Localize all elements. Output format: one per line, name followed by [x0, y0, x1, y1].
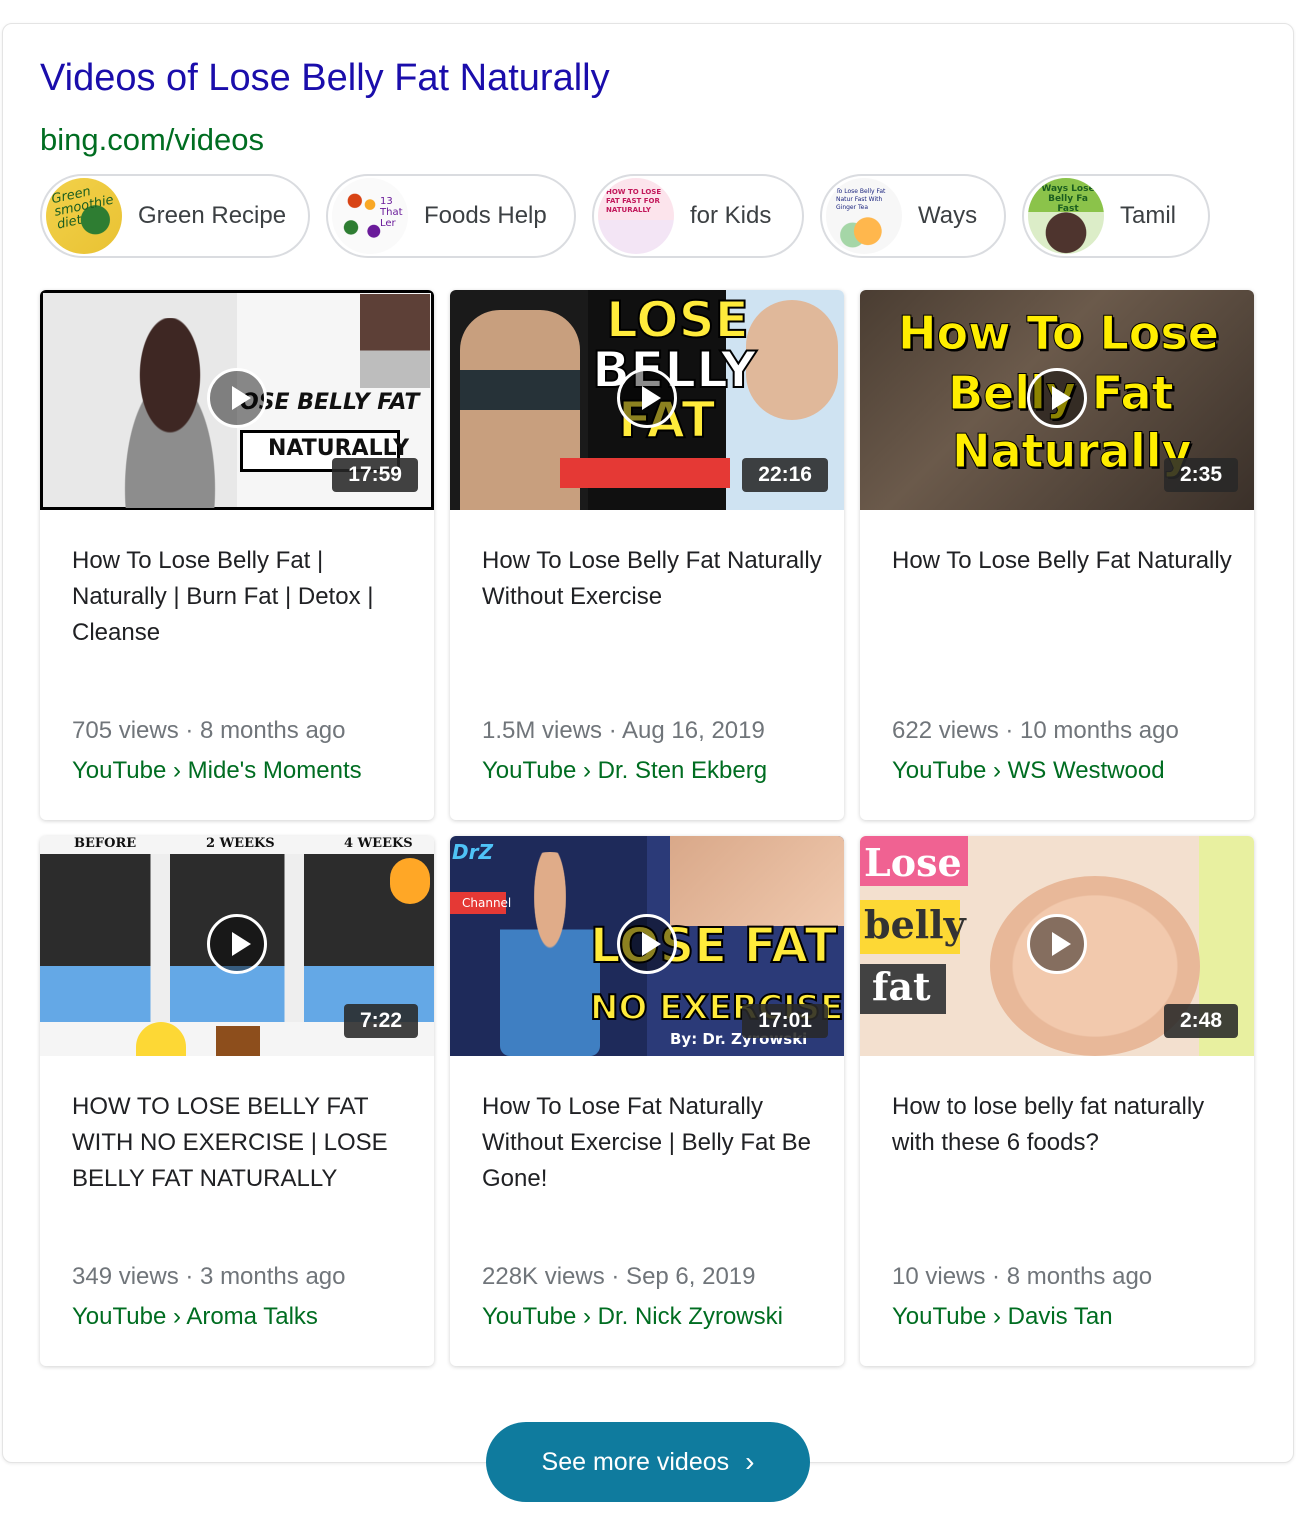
video-duration: 2:48: [1163, 1004, 1238, 1038]
thumb-overlay-text: BEFORE: [74, 836, 137, 851]
pill-label: Foods Help: [424, 202, 547, 229]
video-title[interactable]: HOW TO LOSE BELLY FAT WITH NO EXERCISE |…: [72, 1089, 412, 1197]
video-duration: 2:35: [1163, 458, 1238, 492]
pill-label: Tamil: [1120, 202, 1177, 229]
video-duration: 17:59: [332, 458, 418, 492]
pill-label: Ways: [918, 202, 978, 229]
pill-tamil[interactable]: Ways Lose Belly Fa Fast Tamil: [1022, 174, 1210, 258]
video-title[interactable]: How To Lose Belly Fat Naturally: [892, 543, 1232, 579]
thumb-overlay-text: How To Lose: [898, 306, 1220, 361]
play-icon[interactable]: [1027, 368, 1087, 428]
play-icon[interactable]: [207, 914, 267, 974]
chevron-right-icon: ›: [745, 1446, 755, 1477]
thumb-overlay-text: Lose: [864, 840, 962, 885]
play-icon[interactable]: [207, 368, 267, 428]
pill-thumbnail: 13 That Ler: [332, 178, 408, 254]
play-icon[interactable]: [617, 914, 677, 974]
video-duration: 17:01: [742, 1004, 828, 1038]
thumb-overlay-text: LOSE: [605, 291, 750, 349]
see-more-videos-button[interactable]: See more videos ›: [486, 1422, 810, 1502]
video-thumbnail[interactable]: How To Lose Belly Fat Naturally 2:35: [860, 290, 1254, 510]
pill-foods-help[interactable]: 13 That Ler Foods Help: [326, 174, 576, 258]
thumb-overlay-text: 4 WEEKS: [344, 836, 413, 851]
pill-thumbnail: Green smoothie diet: [46, 178, 122, 254]
video-title[interactable]: How to lose belly fat naturally with the…: [892, 1089, 1232, 1161]
thumb-overlay-text: Channel: [462, 896, 512, 910]
pill-thumb-text: 13 That Ler: [380, 196, 403, 229]
video-thumbnail[interactable]: BEFORE 2 WEEKS 4 WEEKS 7:22: [40, 836, 434, 1056]
video-card[interactable]: How To Lose Belly Fat Naturally 2:35 How…: [860, 290, 1254, 820]
video-title[interactable]: How To Lose Belly Fat | Naturally | Burn…: [72, 543, 412, 651]
pill-thumbnail: HOW TO LOSE FAT FAST FOR NATURALLY: [598, 178, 674, 254]
video-card[interactable]: Lose belly fat 2:48 How to lose belly fa…: [860, 836, 1254, 1366]
video-meta: 349 views · 3 months ago: [72, 1263, 346, 1290]
video-card[interactable]: LOSE BELLY FAT 22:16 How To Lose Belly F…: [450, 290, 844, 820]
thumb-overlay-text: OSE BELLY FAT: [240, 390, 420, 415]
video-meta: 10 views · 8 months ago: [892, 1263, 1153, 1290]
video-thumbnail[interactable]: Lose belly fat 2:48: [860, 836, 1254, 1056]
video-channel[interactable]: YouTube › WS Westwood: [892, 754, 1165, 788]
pill-thumbnail: Ways Lose Belly Fa Fast: [1028, 178, 1104, 254]
pill-green-recipe[interactable]: Green smoothie diet Green Recipe: [40, 174, 310, 258]
thumb-overlay-text: 2 WEEKS: [206, 836, 275, 851]
thumb-overlay-text: Naturally: [952, 424, 1193, 479]
video-thumbnail[interactable]: OSE BELLY FAT NATURALLY 17:59: [40, 290, 434, 510]
video-meta: 622 views · 10 months ago: [892, 717, 1179, 744]
pill-label: Green Recipe: [138, 202, 287, 229]
video-channel[interactable]: YouTube › Mide's Moments: [72, 754, 362, 788]
pill-thumb-text: To Lose Belly Fat Natur Fast With Ginger…: [836, 188, 886, 211]
see-more-label: See more videos: [541, 1447, 730, 1476]
pill-thumbnail: To Lose Belly Fat Natur Fast With Ginger…: [826, 178, 902, 254]
video-meta: 228K views · Sep 6, 2019: [482, 1263, 756, 1290]
video-thumbnail[interactable]: LOSE BELLY FAT 22:16: [450, 290, 844, 510]
play-icon[interactable]: [1027, 914, 1087, 974]
video-channel[interactable]: YouTube › Dr. Nick Zyrowski: [482, 1300, 783, 1334]
pill-label: for Kids: [690, 202, 772, 229]
pill-thumb-text: Green smoothie diet: [50, 184, 116, 233]
thumb-overlay-text: fat: [872, 964, 931, 1009]
video-meta: 1.5M views · Aug 16, 2019: [482, 717, 765, 744]
pill-thumb-text: HOW TO LOSE FAT FAST FOR NATURALLY: [606, 188, 662, 214]
video-card[interactable]: OSE BELLY FAT NATURALLY 17:59 How To Los…: [40, 290, 434, 820]
video-channel[interactable]: YouTube › Davis Tan: [892, 1300, 1113, 1334]
pill-ways[interactable]: To Lose Belly Fat Natur Fast With Ginger…: [820, 174, 1006, 258]
thumb-overlay-text: DrZ: [452, 840, 493, 864]
results-title-link[interactable]: Videos of Lose Belly Fat Naturally: [40, 56, 610, 100]
play-icon[interactable]: [617, 368, 677, 428]
video-title[interactable]: How To Lose Belly Fat Naturally Without …: [482, 543, 822, 615]
video-thumbnail[interactable]: DrZ Channel LOSE FAT NO EXERCISE By: Dr.…: [450, 836, 844, 1056]
video-card[interactable]: BEFORE 2 WEEKS 4 WEEKS 7:22 HOW TO LOSE …: [40, 836, 434, 1366]
video-title[interactable]: How To Lose Fat Naturally Without Exerci…: [482, 1089, 822, 1197]
video-meta: 705 views · 8 months ago: [72, 717, 346, 744]
video-duration: 22:16: [742, 458, 828, 492]
thumb-overlay-text: belly: [864, 902, 966, 947]
video-channel[interactable]: YouTube › Aroma Talks: [72, 1300, 318, 1334]
pill-for-kids[interactable]: HOW TO LOSE FAT FAST FOR NATURALLY for K…: [592, 174, 804, 258]
source-url[interactable]: bing.com/videos: [40, 122, 264, 158]
pill-thumb-text: Ways Lose Belly Fa Fast: [1041, 184, 1095, 214]
video-duration: 7:22: [343, 1004, 418, 1038]
video-card[interactable]: DrZ Channel LOSE FAT NO EXERCISE By: Dr.…: [450, 836, 844, 1366]
video-channel[interactable]: YouTube › Dr. Sten Ekberg: [482, 754, 767, 788]
